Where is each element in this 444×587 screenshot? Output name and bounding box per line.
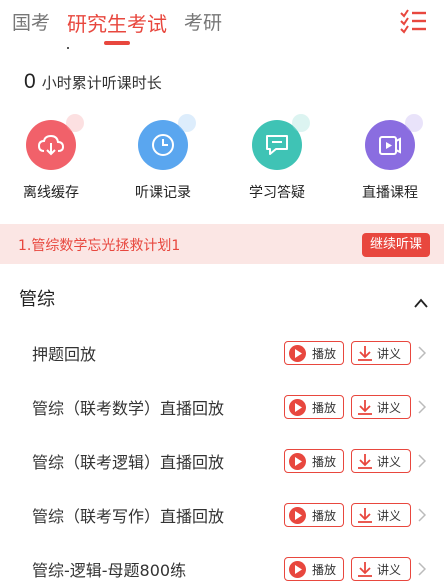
last-course-text: 1.管综数学忘光拯救计划1 bbox=[18, 238, 181, 254]
course-row[interactable]: 管综（联考数学）直播回放 播放 讲义 bbox=[0, 379, 444, 433]
feature-label: 听课记录 bbox=[135, 185, 191, 201]
chevron-right-icon bbox=[418, 561, 427, 576]
decorative-dot bbox=[67, 47, 69, 49]
feature-listening-history[interactable]: 听课记录 bbox=[113, 114, 213, 202]
download-icon bbox=[358, 400, 372, 415]
handout-label: 讲义 bbox=[377, 508, 402, 523]
play-icon bbox=[289, 344, 306, 362]
download-icon bbox=[358, 346, 372, 361]
play-icon bbox=[289, 506, 306, 524]
handout-button[interactable]: 讲义 bbox=[351, 395, 411, 419]
handout-label: 讲义 bbox=[377, 346, 402, 361]
play-icon bbox=[289, 560, 306, 578]
hours-value: 0 bbox=[24, 70, 36, 93]
play-label: 播放 bbox=[312, 508, 337, 523]
download-icon bbox=[358, 508, 372, 523]
handout-button[interactable]: 讲义 bbox=[351, 449, 411, 473]
tab-postgraduate-exam[interactable]: 研究生考试 bbox=[67, 8, 167, 37]
tab-kaoyan[interactable]: 考研 bbox=[184, 8, 222, 35]
feature-label: 直播课程 bbox=[362, 185, 418, 201]
play-button[interactable]: 播放 bbox=[284, 557, 344, 581]
play-label: 播放 bbox=[312, 400, 337, 415]
play-label: 播放 bbox=[312, 346, 337, 361]
play-label: 播放 bbox=[312, 454, 337, 469]
feature-grid: 离线缓存 听课记录 学习答疑 直播课程 bbox=[0, 114, 444, 210]
download-icon bbox=[358, 562, 372, 577]
chevron-right-icon bbox=[418, 345, 427, 360]
play-icon bbox=[289, 398, 306, 416]
list-menu-icon[interactable] bbox=[398, 7, 430, 35]
clock-icon bbox=[138, 114, 196, 170]
continue-banner[interactable]: 1.管综数学忘光拯救计划1 继续听课 bbox=[0, 224, 444, 264]
course-title: 管综-逻辑-母题800练 bbox=[32, 561, 187, 580]
cloud-download-icon bbox=[26, 114, 84, 170]
play-button[interactable]: 播放 bbox=[284, 503, 344, 527]
course-title: 管综（联考数学）直播回放 bbox=[32, 399, 225, 418]
course-row[interactable]: 管综（联考逻辑）直播回放 播放 讲义 bbox=[0, 433, 444, 487]
chevron-right-icon bbox=[418, 399, 427, 414]
handout-label: 讲义 bbox=[377, 400, 402, 415]
chevron-up-icon[interactable] bbox=[414, 293, 428, 308]
section-title: 管综 bbox=[19, 289, 55, 310]
play-button[interactable]: 播放 bbox=[284, 395, 344, 419]
continue-listening-button[interactable]: 继续听课 bbox=[362, 233, 430, 257]
active-tab-indicator bbox=[104, 41, 130, 45]
play-label: 播放 bbox=[312, 562, 337, 577]
course-row[interactable]: 管综（联考写作）直播回放 播放 讲义 bbox=[0, 487, 444, 541]
download-icon bbox=[358, 454, 372, 469]
course-title: 押题回放 bbox=[32, 345, 97, 364]
feature-study-qa[interactable]: 学习答疑 bbox=[227, 114, 327, 202]
play-icon bbox=[289, 452, 306, 470]
top-tab-bar: 国考 研究生考试 考研 bbox=[0, 0, 444, 52]
feature-label: 学习答疑 bbox=[249, 185, 305, 201]
feature-label: 离线缓存 bbox=[23, 185, 79, 201]
handout-label: 讲义 bbox=[377, 454, 402, 469]
chat-icon bbox=[252, 114, 310, 170]
tab-guokao[interactable]: 国考 bbox=[12, 8, 50, 35]
feature-live-courses[interactable]: 直播课程 bbox=[340, 114, 440, 202]
play-button[interactable]: 播放 bbox=[284, 341, 344, 365]
video-play-icon bbox=[365, 114, 423, 170]
feature-offline-cache[interactable]: 离线缓存 bbox=[1, 114, 101, 202]
course-row[interactable]: 押题回放 播放 讲义 bbox=[0, 325, 444, 379]
chevron-right-icon bbox=[418, 507, 427, 522]
course-title: 管综（联考逻辑）直播回放 bbox=[32, 453, 225, 472]
hours-label: 小时累计听课时长 bbox=[41, 74, 162, 92]
chevron-right-icon bbox=[418, 453, 427, 468]
handout-button[interactable]: 讲义 bbox=[351, 557, 411, 581]
play-button[interactable]: 播放 bbox=[284, 449, 344, 473]
handout-button[interactable]: 讲义 bbox=[351, 503, 411, 527]
handout-label: 讲义 bbox=[377, 562, 402, 577]
course-title: 管综（联考写作）直播回放 bbox=[32, 507, 225, 526]
handout-button[interactable]: 讲义 bbox=[351, 341, 411, 365]
course-row[interactable]: 管综-逻辑-母题800练 播放 讲义 bbox=[0, 541, 444, 587]
study-hours: 0 小时累计听课时长 bbox=[24, 70, 162, 94]
